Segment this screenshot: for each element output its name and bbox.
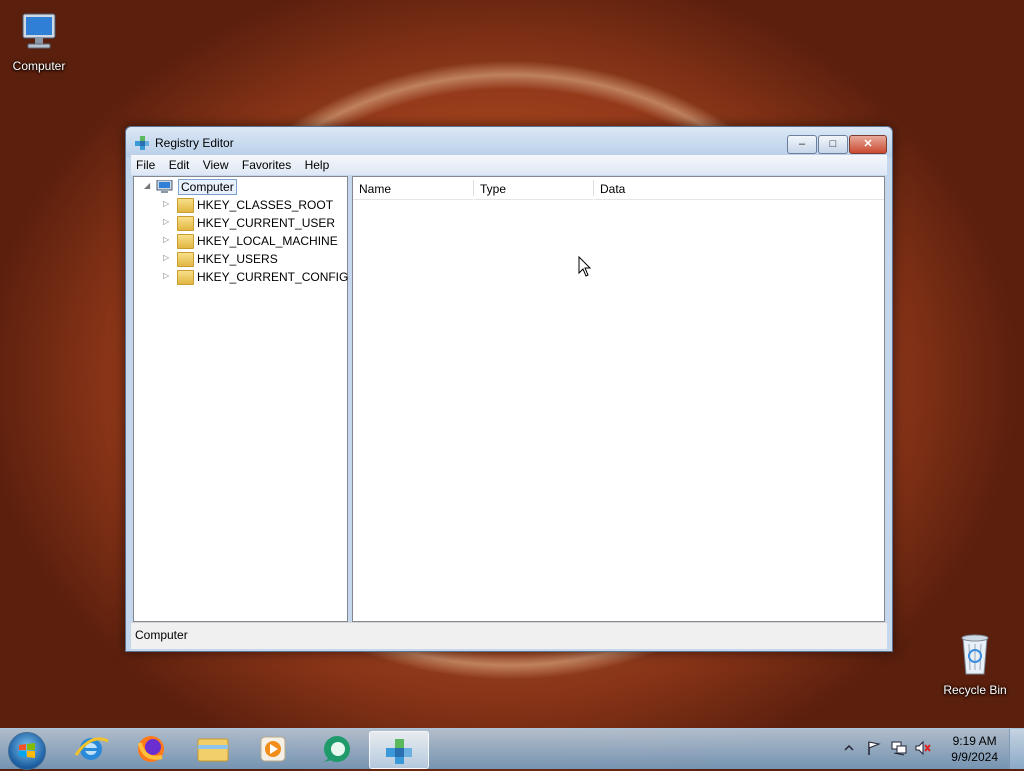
expand-arrow-icon[interactable]: ▷ <box>163 217 173 226</box>
clock[interactable]: 9:19 AM 9/9/2024 <box>951 733 998 765</box>
mouse-cursor-icon <box>578 256 592 277</box>
close-button[interactable]: ✕ <box>849 135 887 154</box>
menu-view[interactable]: View <box>198 156 234 174</box>
status-text: Computer <box>135 628 188 642</box>
media-player-icon <box>260 736 286 762</box>
show-desktop-button[interactable] <box>1009 729 1024 769</box>
recycle-bin-icon <box>961 634 989 675</box>
column-header-data[interactable]: Data <box>594 177 884 200</box>
maximize-icon: □ <box>829 138 837 150</box>
taskbar-file-explorer[interactable] <box>184 731 242 767</box>
folder-icon <box>197 738 229 762</box>
tree-node-label: HKEY_USERS <box>197 252 278 266</box>
folder-icon <box>177 216 194 231</box>
firefox-icon <box>138 736 164 762</box>
menu-bar: File Edit View Favorites Help <box>131 155 887 175</box>
minimize-icon: – <box>798 138 806 150</box>
column-header-label: Data <box>600 182 626 196</box>
values-list-pane[interactable]: Name Type Data <box>352 176 885 622</box>
minimize-button[interactable]: – <box>787 135 817 154</box>
close-icon: ✕ <box>863 138 873 150</box>
maximize-button[interactable]: □ <box>818 135 848 154</box>
green-app-icon <box>324 736 350 762</box>
desktop-icon-label: Recycle Bin <box>943 683 1007 697</box>
tree-node-label: HKEY_LOCAL_MACHINE <box>197 234 338 248</box>
tree-node-label: Computer <box>178 179 237 195</box>
folder-icon <box>177 234 194 249</box>
desktop-icon-label: Computer <box>12 59 66 73</box>
expand-arrow-icon[interactable]: ▷ <box>163 235 173 244</box>
taskbar-firefox[interactable] <box>122 731 180 767</box>
computer-icon <box>22 13 56 49</box>
start-button[interactable] <box>8 732 46 770</box>
volume-muted-icon[interactable] <box>914 740 932 756</box>
folder-icon <box>177 252 194 267</box>
collapse-arrow-icon[interactable]: ◢ <box>144 181 154 190</box>
registry-editor-icon <box>386 739 412 764</box>
expand-arrow-icon[interactable]: ▷ <box>163 271 173 280</box>
folder-icon <box>177 198 194 213</box>
taskbar-media-player[interactable] <box>244 731 302 767</box>
tree-node-label: HKEY_CURRENT_CONFIG <box>197 270 349 284</box>
column-header-name[interactable]: Name <box>353 177 473 200</box>
clock-date: 9/9/2024 <box>951 750 998 764</box>
internet-explorer-icon <box>74 737 109 760</box>
column-header-type[interactable]: Type <box>474 177 593 200</box>
network-icon[interactable] <box>890 740 908 756</box>
tree-node-label: HKEY_CLASSES_ROOT <box>197 198 334 212</box>
taskbar-green-app[interactable] <box>308 731 366 767</box>
show-hidden-icons-icon[interactable] <box>844 743 854 753</box>
tree-pane[interactable]: ◢ Computer ▷ HKEY_CLASSES_ROOT ▷ HKEY_CU… <box>133 176 348 622</box>
taskbar-internet-explorer[interactable] <box>62 731 120 767</box>
window-title: Registry Editor <box>155 136 234 150</box>
taskbar-registry-editor[interactable] <box>369 731 429 769</box>
registry-editor-window: Registry Editor – □ ✕ File Edit View Fav… <box>125 126 893 652</box>
menu-edit[interactable]: Edit <box>164 156 195 174</box>
folder-icon <box>177 270 194 285</box>
tree-node-label: HKEY_CURRENT_USER <box>197 216 336 230</box>
menu-help[interactable]: Help <box>300 156 335 174</box>
computer-icon <box>156 180 173 193</box>
expand-arrow-icon[interactable]: ▷ <box>163 199 173 208</box>
system-tray <box>840 729 940 769</box>
desktop-icon-computer[interactable]: Computer <box>1 8 77 73</box>
registry-editor-icon <box>135 136 149 150</box>
action-center-flag-icon[interactable] <box>866 740 882 756</box>
taskbar: 9:19 AM 9/9/2024 <box>0 728 1024 770</box>
status-bar: Computer <box>131 622 887 649</box>
menu-file[interactable]: File <box>131 156 160 174</box>
column-header-label: Type <box>480 182 507 196</box>
expand-arrow-icon[interactable]: ▷ <box>163 253 173 262</box>
column-header-label: Name <box>359 182 392 196</box>
menu-favorites[interactable]: Favorites <box>237 156 296 174</box>
windows-logo-icon <box>19 743 35 758</box>
title-bar[interactable]: Registry Editor – □ ✕ <box>126 127 892 157</box>
clock-time: 9:19 AM <box>952 734 997 748</box>
desktop-icon-recycle-bin[interactable]: Recycle Bin <box>937 630 1013 697</box>
